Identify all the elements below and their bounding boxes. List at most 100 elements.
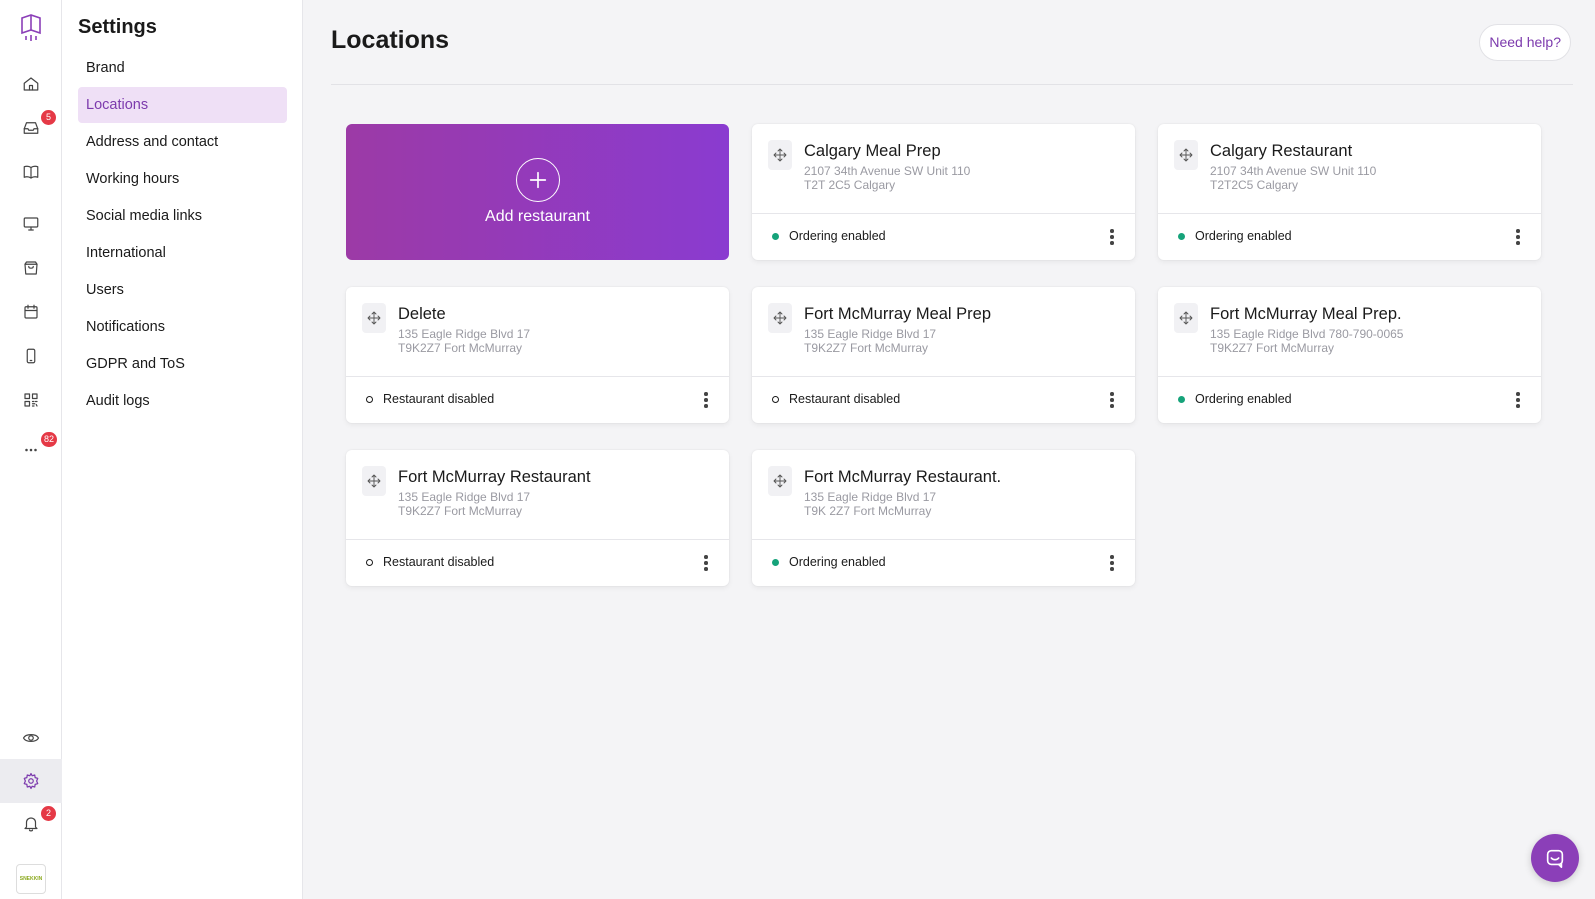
address-line-1: 135 Eagle Ridge Blvd 17 [804,327,937,341]
address-line-2: T2T 2C5 Calgary [804,178,896,192]
address-line-1: 135 Eagle Ridge Blvd 17 [804,490,937,504]
more-options-icon[interactable] [1513,226,1523,248]
inbox-badge: 5 [41,110,56,125]
address-line-2: T9K2Z7 Fort McMurray [1210,341,1335,355]
location-address: 135 Eagle Ridge Blvd 17 T9K 2Z7 Fort McMu… [804,490,936,518]
page-title: Locations [331,26,450,54]
drag-handle-icon[interactable] [1174,303,1198,333]
status-text: Restaurant disabled [383,555,495,569]
main-content: Locations Need help? Add restaurant Calg… [303,0,1595,899]
settings-nav-item-social-media-links[interactable]: Social media links [78,198,287,234]
avatar-text: SNEKKIN [19,876,43,882]
location-card[interactable]: Calgary Restaurant 2107 34th Avenue SW Un… [1158,124,1541,260]
location-card-header: Fort McMurray Restaurant 135 Eagle Ridge … [346,450,729,540]
settings-sidebar: Settings Brand Locations Address and conta… [62,0,303,899]
location-card[interactable]: Fort McMurray Meal Prep 135 Eagle Ridge B… [752,287,1135,423]
location-card[interactable]: Fort McMurray Meal Prep. 135 Eagle Ridge … [1158,287,1541,423]
more-options-icon[interactable] [1107,226,1117,248]
drag-handle-icon[interactable] [1174,140,1198,170]
plus-circle-icon [516,158,560,202]
location-card-footer: Ordering enabled [752,540,1135,586]
settings-nav-item-audit-logs[interactable]: Audit logs [78,383,287,419]
notifications-badge: 2 [41,806,56,821]
address-line-2: T9K2Z7 Fort McMurray [398,341,523,355]
drag-handle-icon[interactable] [768,140,792,170]
settings-nav-item-address-and-contact[interactable]: Address and contact [78,124,287,160]
drag-handle-icon[interactable] [362,466,386,496]
more-options-icon[interactable] [1107,389,1117,411]
location-name: Fort McMurray Restaurant. [804,468,1002,486]
address-line-1: 135 Eagle Ridge Blvd 17 [398,490,531,504]
address-line-2: T9K 2Z7 Fort McMurray [804,504,932,518]
address-line-2: T9K2Z7 Fort McMurray [804,341,929,355]
gear-icon[interactable] [0,759,62,803]
settings-nav-item-international[interactable]: International [78,235,287,271]
address-line-2: T9K2Z7 Fort McMurray [398,504,523,518]
location-name: Fort McMurray Meal Prep [804,305,992,323]
location-card-footer: Ordering enabled [1158,377,1541,423]
location-name: Calgary Meal Prep [804,142,941,160]
settings-title: Settings [78,16,157,38]
location-card-footer: Ordering enabled [1158,214,1541,260]
status-dot-icon [1178,233,1185,240]
add-restaurant-button[interactable]: Add restaurant [346,124,729,260]
more-icon[interactable]: 82 [0,428,62,472]
avatar[interactable]: SNEKKIN [16,864,46,894]
status-dot-icon [366,559,373,566]
status-text: Ordering enabled [1195,229,1292,243]
chat-button[interactable] [1531,834,1579,882]
shopping-bag-icon[interactable] [0,246,62,290]
address-line-2: T2T2C5 Calgary [1210,178,1299,192]
settings-nav-item-locations[interactable]: Locations [78,87,287,123]
location-address: 135 Eagle Ridge Blvd 780-790-0065 T9K2Z7 … [1210,327,1403,355]
location-card-header: Calgary Restaurant 2107 34th Avenue SW Un… [1158,124,1541,214]
logo-icon[interactable] [15,12,47,44]
more-options-icon[interactable] [701,389,711,411]
location-name: Fort McMurray Restaurant [398,468,591,486]
home-icon[interactable] [0,62,62,106]
qr-code-icon[interactable] [0,378,62,422]
need-help-button[interactable]: Need help? [1479,24,1571,61]
location-card-header: Calgary Meal Prep 2107 34th Avenue SW Uni… [752,124,1135,214]
drag-handle-icon[interactable] [362,303,386,333]
address-line-1: 135 Eagle Ridge Blvd 17 [398,327,531,341]
bell-icon[interactable]: 2 [0,802,62,846]
eye-icon[interactable] [0,716,62,760]
location-name: Calgary Restaurant [1210,142,1353,160]
location-card[interactable]: Delete 135 Eagle Ridge Blvd 17 T9K2Z7 Fort… [346,287,729,423]
chat-icon [1546,849,1564,868]
settings-nav-item-notifications[interactable]: Notifications [78,309,287,345]
settings-nav: Brand Locations Address and contact Working… [78,50,287,420]
status-text: Restaurant disabled [789,392,901,406]
drag-handle-icon[interactable] [768,466,792,496]
status-text: Ordering enabled [1195,392,1292,406]
status-text: Ordering enabled [789,229,886,243]
status-text: Ordering enabled [789,555,886,569]
more-options-icon[interactable] [701,552,711,574]
mobile-icon[interactable] [0,334,62,378]
monitor-icon[interactable] [0,202,62,246]
location-address: 135 Eagle Ridge Blvd 17 T9K2Z7 Fort McMur… [398,327,530,355]
location-address: 2107 34th Avenue SW Unit 110 T2T 2C5 Calg… [804,164,970,192]
settings-nav-item-brand[interactable]: Brand [78,50,287,86]
inbox-icon[interactable]: 5 [0,106,62,150]
settings-nav-item-users[interactable]: Users [78,272,287,308]
location-address: 2107 34th Avenue SW Unit 110 T2T2C5 Calga… [1210,164,1376,192]
more-badge: 82 [41,432,58,447]
status-dot-icon [772,559,779,566]
add-restaurant-label: Add restaurant [485,208,590,225]
book-icon[interactable] [0,150,62,194]
drag-handle-icon[interactable] [768,303,792,333]
location-address: 135 Eagle Ridge Blvd 17 T9K2Z7 Fort McMur… [398,490,530,518]
more-options-icon[interactable] [1513,389,1523,411]
location-card[interactable]: Fort McMurray Restaurant. 135 Eagle Ridge… [752,450,1135,586]
location-name: Fort McMurray Meal Prep. [1210,305,1402,323]
settings-nav-item-working-hours[interactable]: Working hours [78,161,287,197]
location-card[interactable]: Calgary Meal Prep 2107 34th Avenue SW Uni… [752,124,1135,260]
location-address: 135 Eagle Ridge Blvd 17 T9K2Z7 Fort McMur… [804,327,936,355]
location-card[interactable]: Fort McMurray Restaurant 135 Eagle Ridge … [346,450,729,586]
settings-nav-item-gdpr-and-tos[interactable]: GDPR and ToS [78,346,287,382]
divider [331,84,1573,85]
more-options-icon[interactable] [1107,552,1117,574]
calendar-icon[interactable] [0,290,62,334]
